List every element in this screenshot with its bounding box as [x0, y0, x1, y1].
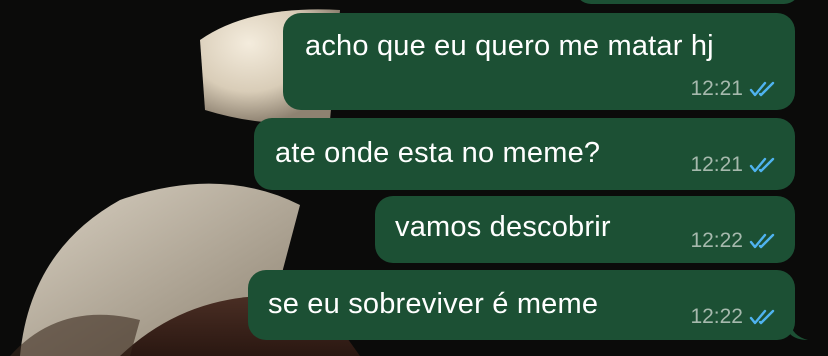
- message-bubble-1[interactable]: acho que eu quero me matar hj 12:21: [283, 13, 795, 110]
- double-check-icon: [749, 233, 775, 249]
- message-meta: 12:21: [690, 153, 779, 177]
- double-check-icon: [749, 81, 775, 97]
- message-text: acho que eu quero me matar hj: [305, 30, 714, 62]
- message-time: 12:21: [690, 153, 743, 176]
- double-check-icon: [749, 157, 775, 173]
- message-bubble-3[interactable]: vamos descobrir 12:22: [375, 196, 795, 263]
- message-text: ate onde esta no meme?: [275, 137, 601, 169]
- message-time: 12:22: [690, 229, 743, 252]
- message-meta: 12:21: [690, 77, 779, 101]
- double-check-icon: [749, 309, 775, 325]
- message-meta: 12:22: [690, 229, 779, 253]
- bubble-tail: [790, 322, 808, 340]
- message-bubble-4[interactable]: se eu sobreviver é meme 12:22: [248, 270, 795, 340]
- message-bubble-2[interactable]: ate onde esta no meme? 12:21: [254, 118, 795, 190]
- message-text: se eu sobreviver é meme: [268, 288, 599, 320]
- message-text: vamos descobrir: [395, 211, 611, 243]
- message-time: 12:22: [690, 305, 743, 328]
- message-time: 12:21: [690, 77, 743, 100]
- message-meta: 12:22: [690, 305, 779, 329]
- previous-message-bubble[interactable]: [575, 0, 800, 4]
